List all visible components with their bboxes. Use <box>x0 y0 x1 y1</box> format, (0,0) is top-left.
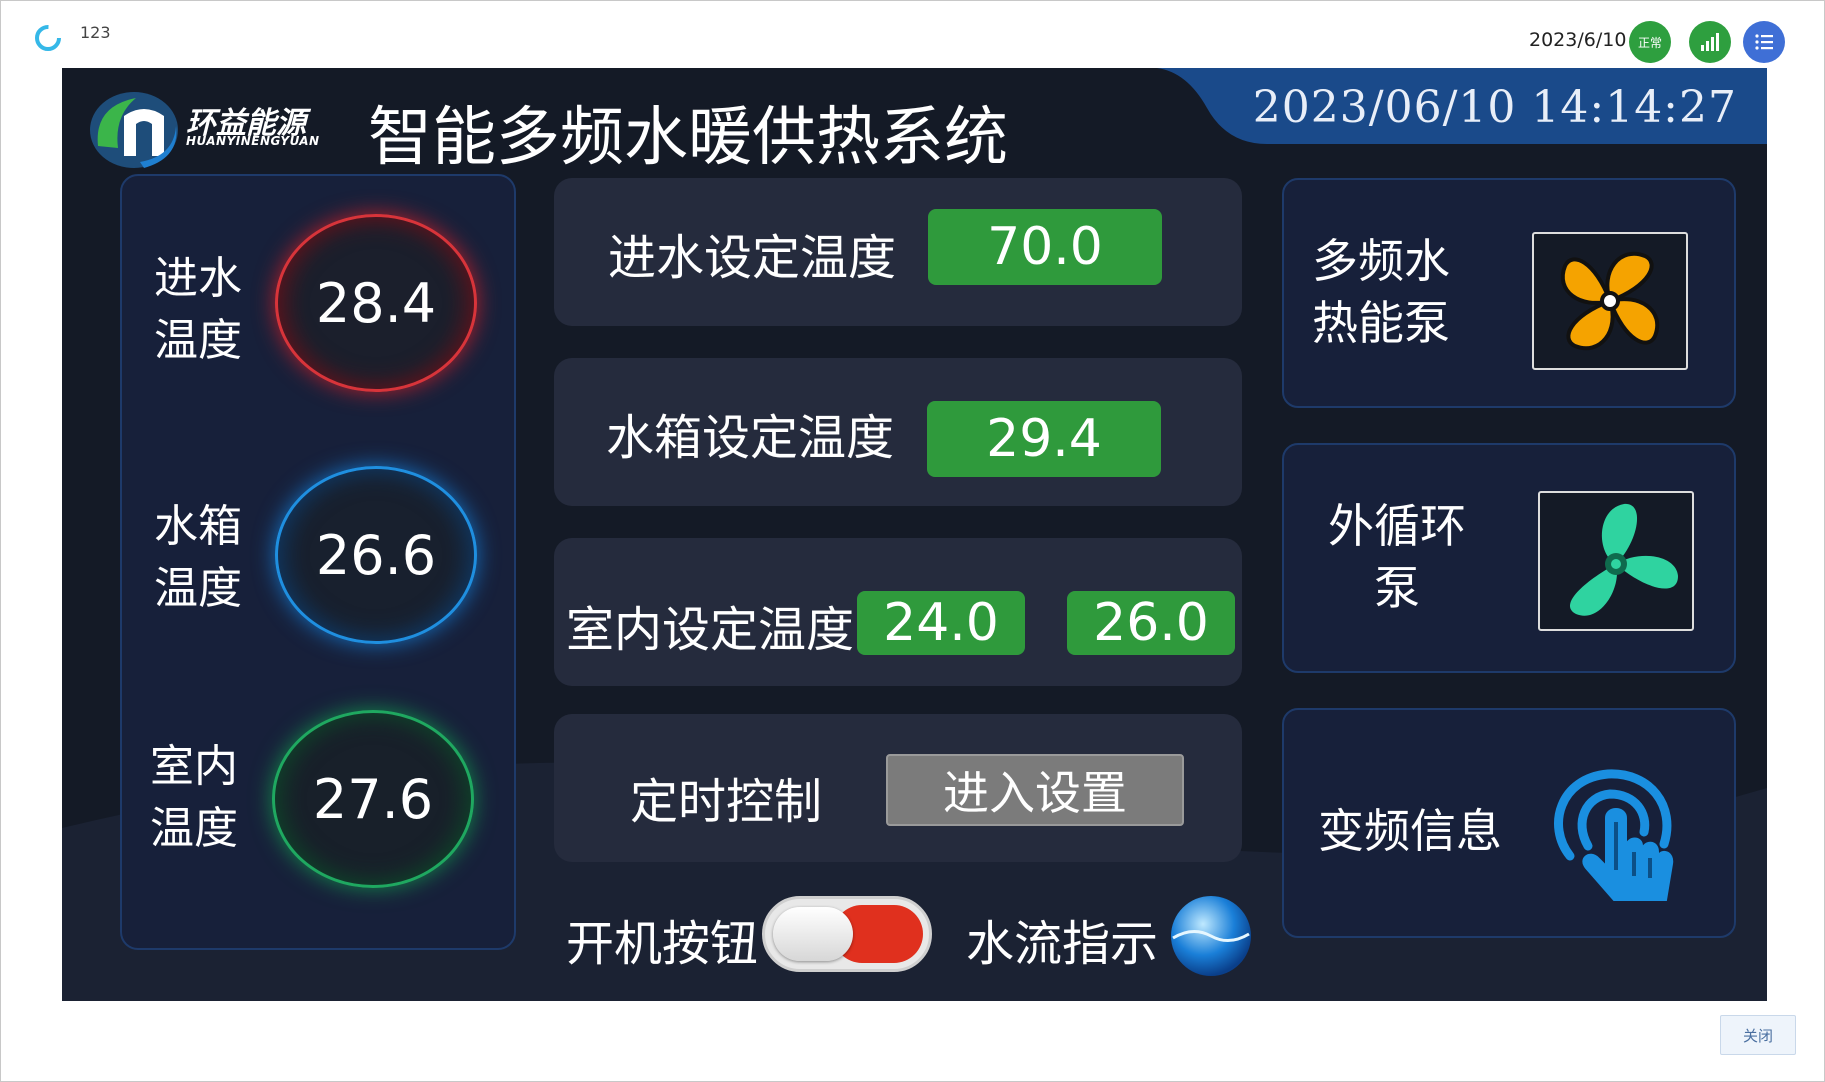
vfd-info-card[interactable]: 变频信息 <box>1282 708 1736 938</box>
tank-temperature-gauge: 水箱 温度 26.6 <box>122 466 514 656</box>
topbar-date: 2023/6/10 <box>1529 29 1627 51</box>
circulation-pump-label-line1: 外循环 <box>1328 499 1466 553</box>
hmi-screen: 2023/06/10 14:14:27 环益能源 HUANYINENGYUAN … <box>62 68 1767 1001</box>
heat-pump-label: 多频水 热能泵 <box>1312 230 1450 354</box>
logo-subtext: HUANYINENGYUAN <box>186 134 320 148</box>
inlet-setpoint-card: 进水设定温度 70.0 <box>554 178 1242 326</box>
timer-control-card: 定时控制 进入设置 <box>554 714 1242 862</box>
toggle-knob <box>773 907 853 961</box>
header-datetime: 2023/06/10 14:14:27 <box>1252 82 1737 133</box>
indoor-setpoint-label: 室内设定温度 <box>566 602 855 658</box>
indoor-setpoint-high-value[interactable]: 26.0 <box>1067 591 1235 655</box>
gauge-value: 26.6 <box>275 466 477 644</box>
tank-setpoint-value[interactable]: 29.4 <box>927 401 1161 477</box>
page-title: 智能多频水暖供热系统 <box>368 101 1008 175</box>
gauge-label-line2: 温度 <box>150 803 238 854</box>
circulation-pump-label-line2: 泵 <box>1374 561 1420 615</box>
heat-pump-label-line2: 热能泵 <box>1312 296 1450 350</box>
indoor-temperature-gauge: 室内 温度 27.6 <box>122 704 514 894</box>
loading-spinner-icon <box>35 25 61 51</box>
heat-pump-fan-icon <box>1532 232 1688 370</box>
device-id: 123 <box>80 23 111 42</box>
company-logo-icon <box>90 92 178 168</box>
gauge-value: 27.6 <box>272 710 474 888</box>
circulation-pump-label: 外循环 泵 <box>1328 495 1466 619</box>
indoor-setpoint-card: 室内设定温度 24.0 26.0 <box>554 538 1242 686</box>
gauge-label: 室内 温度 <box>150 736 260 860</box>
heat-pump-card[interactable]: 多频水 热能泵 <box>1282 178 1736 408</box>
tank-setpoint-label: 水箱设定温度 <box>606 410 895 466</box>
touch-hand-icon <box>1554 769 1674 901</box>
indoor-setpoint-low-value[interactable]: 24.0 <box>857 591 1025 655</box>
dialog-window: 123 2023/6/10 正常 2023/06/10 14:14:27 环益能… <box>0 0 1825 1082</box>
gauge-label: 进水 温度 <box>154 248 264 372</box>
water-flow-indicator-icon <box>1171 896 1251 976</box>
signal-icon[interactable] <box>1689 21 1731 63</box>
gauge-label-line2: 温度 <box>154 315 242 366</box>
gauge-label-line1: 水箱 <box>154 501 242 552</box>
inlet-setpoint-label: 进水设定温度 <box>608 230 897 286</box>
water-flow-label: 水流指示 <box>966 916 1159 972</box>
vfd-info-label: 变频信息 <box>1318 804 1502 858</box>
enter-settings-button[interactable]: 进入设置 <box>886 754 1184 826</box>
circulation-pump-card[interactable]: 外循环 泵 <box>1282 443 1736 673</box>
gauge-label: 水箱 温度 <box>154 496 264 620</box>
inlet-setpoint-value[interactable]: 70.0 <box>928 209 1162 285</box>
gauge-label-line1: 室内 <box>150 741 238 792</box>
heat-pump-label-line1: 多频水 <box>1312 234 1450 288</box>
inlet-temperature-gauge: 进水 温度 28.4 <box>122 208 514 398</box>
power-button-label: 开机按钮 <box>566 916 759 972</box>
gauge-value: 28.4 <box>275 214 477 392</box>
timer-control-label: 定时控制 <box>630 774 823 830</box>
list-menu-icon[interactable] <box>1743 21 1785 63</box>
power-toggle[interactable] <box>762 896 932 972</box>
gauge-label-line2: 温度 <box>154 563 242 614</box>
circulation-pump-propeller-icon <box>1538 491 1694 631</box>
close-button[interactable]: 关闭 <box>1720 1015 1796 1055</box>
temperature-panel: 进水 温度 28.4 水箱 温度 26.6 室内 温度 27.6 <box>120 174 516 950</box>
tank-setpoint-card: 水箱设定温度 29.4 <box>554 358 1242 506</box>
status-badge: 正常 <box>1629 21 1671 63</box>
gauge-label-line1: 进水 <box>154 253 242 304</box>
